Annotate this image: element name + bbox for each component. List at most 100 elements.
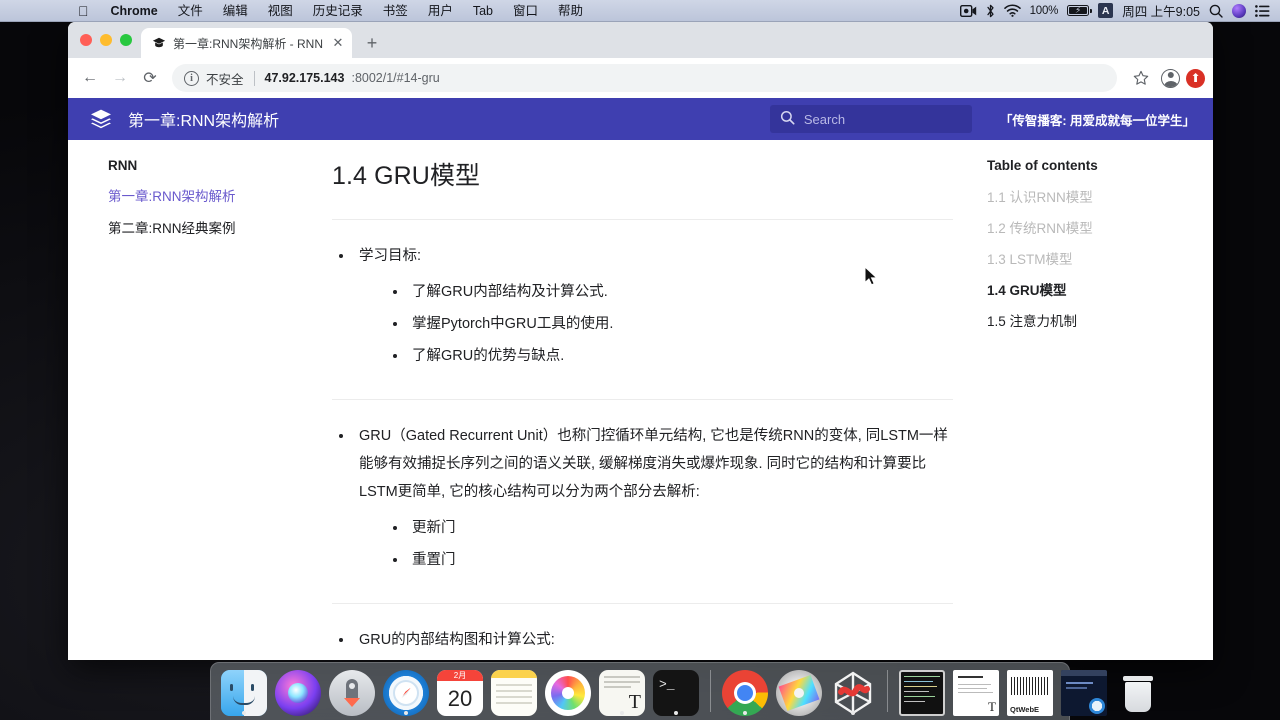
list-item: 了解GRU的优势与缺点. <box>387 340 953 372</box>
page-title: 1.4 GRU模型 <box>332 162 481 190</box>
list-item: 重置门 <box>387 544 953 576</box>
toc-item-1-3[interactable]: 1.3 LSTM模型 <box>987 248 1203 268</box>
battery-charging-icon[interactable]: ⚡ <box>1067 5 1092 16</box>
control-center-icon[interactable] <box>1255 4 1270 17</box>
menu-item-profiles[interactable]: 用户 <box>418 0 463 22</box>
dock-item-siri[interactable] <box>275 670 321 716</box>
input-method-indicator[interactable]: A <box>1098 3 1114 18</box>
sidebar-item-chapter-2[interactable]: 第二章:RNN经典案例 <box>108 217 280 237</box>
dock-item-trash[interactable] <box>1115 670 1161 716</box>
dock-item-safari[interactable] <box>383 670 429 716</box>
dock-window-screen[interactable] <box>1061 670 1107 716</box>
siri-icon[interactable] <box>1232 3 1246 18</box>
menu-item-view[interactable]: 视图 <box>258 0 303 22</box>
sidebar-item-chapter-1[interactable]: 第一章:RNN架构解析 <box>108 185 280 205</box>
wifi-icon[interactable] <box>1003 4 1021 17</box>
list-item: GRU（Gated Recurrent Unit）也称门控循环单元结构, 它也是… <box>332 422 953 576</box>
menu-bar-items:  Chrome 文件 编辑 视图 历史记录 书签 用户 Tab 窗口 帮助 <box>0 0 593 22</box>
search-icon[interactable] <box>1209 4 1223 18</box>
menu-item-tab[interactable]: Tab <box>463 0 503 22</box>
dock-item-calendar[interactable]: 2月 20 <box>437 670 483 716</box>
browser-toolbar: ← → ⟳ i 不安全 47.92.175.143:8002/1/#14-gru… <box>68 58 1213 98</box>
new-tab-button[interactable]: + <box>358 29 386 57</box>
toc-item-1-1[interactable]: 1.1 认识RNN模型 <box>987 186 1203 206</box>
sidebar-heading: RNN <box>108 158 138 173</box>
back-button[interactable]: ← <box>76 64 104 92</box>
dock-window-terminal[interactable] <box>899 670 945 716</box>
dock-divider <box>710 670 711 712</box>
forward-button[interactable]: → <box>106 64 134 92</box>
omnibox-divider <box>253 70 255 86</box>
toc-item-1-5[interactable]: 1.5 注意力机制 <box>987 310 1203 330</box>
graduation-cap-icon <box>151 36 166 51</box>
search-input[interactable]: Search <box>769 105 972 133</box>
gru-intro-paragraph: GRU（Gated Recurrent Unit）也称门控循环单元结构, 它也是… <box>359 428 948 500</box>
dock-item-photos[interactable] <box>545 670 591 716</box>
search-placeholder: Search <box>803 111 846 127</box>
update-arrow-icon[interactable]: ⬆ <box>1186 68 1205 88</box>
reload-button[interactable]: ⟳ <box>136 64 164 92</box>
dock-item-pycharm[interactable] <box>830 670 876 716</box>
menu-bar-clock[interactable]: 周四 上午9:05 <box>1122 1 1200 20</box>
window-traffic-lights <box>78 22 141 58</box>
maximize-window-button[interactable] <box>120 34 132 46</box>
search-icon <box>780 110 795 128</box>
chrome-browser-window: 第一章:RNN架构解析 - RNN ✕ + ← → ⟳ i 不安全 47.92.… <box>68 22 1213 660</box>
info-icon[interactable]: i <box>184 70 199 86</box>
dock-item-finder[interactable] <box>221 670 267 716</box>
toc-item-1-2[interactable]: 1.2 传统RNN模型 <box>987 217 1203 237</box>
battery-percent-label: 100% <box>1029 4 1059 17</box>
security-status-label: 不安全 <box>206 72 244 87</box>
menu-item-chrome[interactable]: Chrome <box>101 0 168 22</box>
dock-window-qtwebe[interactable]: QtWebE <box>1007 670 1053 716</box>
calendar-day-label: 20 <box>447 685 473 711</box>
textedit-glyph: T <box>628 691 641 713</box>
dock-item-chrome[interactable] <box>722 670 768 716</box>
macos-dock: 2月 20 T >_ T QtWebE <box>210 662 1153 720</box>
site-title: 第一章:RNN架构解析 <box>128 113 280 130</box>
page-body: RNN 第一章:RNN架构解析 第二章:RNN经典案例 1.4 GRU模型 学习… <box>68 140 1213 660</box>
browser-tab-strip: 第一章:RNN架构解析 - RNN ✕ + <box>68 22 1213 58</box>
list-item: 掌握Pytorch中GRU工具的使用. <box>387 308 953 340</box>
dock-item-notes[interactable] <box>491 670 537 716</box>
list-item: 学习目标: 了解GRU内部结构及计算公式. 掌握Pytorch中GRU工具的使用… <box>332 242 953 372</box>
apple-icon[interactable]:  <box>72 0 101 22</box>
list-item: GRU的内部结构图和计算公式: <box>332 626 953 654</box>
minimize-window-button[interactable] <box>100 34 112 46</box>
layers-logo-icon[interactable] <box>88 106 114 132</box>
close-icon[interactable]: ✕ <box>330 35 346 51</box>
address-bar[interactable]: i 不安全 47.92.175.143:8002/1/#14-gru <box>172 64 1117 92</box>
menu-item-bookmarks[interactable]: 书签 <box>373 0 418 22</box>
menu-item-help[interactable]: 帮助 <box>548 0 593 22</box>
star-icon[interactable] <box>1127 64 1155 92</box>
close-window-button[interactable] <box>80 34 92 46</box>
url-host: 47.92.175.143 <box>264 71 345 85</box>
menu-item-window[interactable]: 窗口 <box>503 0 548 22</box>
browser-tab[interactable]: 第一章:RNN架构解析 - RNN ✕ <box>141 28 352 58</box>
qtwebe-label: QtWebE <box>1010 705 1040 714</box>
browser-tab-title: 第一章:RNN架构解析 - RNN <box>173 36 323 51</box>
section-learning-goals: 学习目标: 了解GRU内部结构及计算公式. 掌握Pytorch中GRU工具的使用… <box>332 220 953 372</box>
dock-item-terminal[interactable]: >_ <box>653 670 699 716</box>
section-gru-intro: GRU（Gated Recurrent Unit）也称门控循环单元结构, 它也是… <box>332 400 953 576</box>
dock-item-preview[interactable] <box>776 670 822 716</box>
toc-heading: Table of contents <box>987 158 1098 173</box>
gru-parts-sublist: 更新门 重置门 <box>387 512 953 576</box>
screen-recording-icon[interactable] <box>959 4 977 17</box>
menu-item-file[interactable]: 文件 <box>168 0 213 22</box>
menu-item-history[interactable]: 历史记录 <box>303 0 373 22</box>
web-page: 第一章:RNN架构解析 Search 「传智播客: 用爱成就每一位学生」 RNN… <box>68 98 1213 660</box>
profile-avatar-icon[interactable] <box>1161 68 1180 88</box>
bluetooth-icon[interactable] <box>986 4 995 18</box>
dock-window-document[interactable]: T <box>953 670 999 716</box>
menu-bar-status-items: 100% ⚡ A 周四 上午9:05 <box>959 1 1280 20</box>
document-content: 1.4 GRU模型 学习目标: 了解GRU内部结构及计算公式. 掌握Pytorc… <box>298 140 977 660</box>
macos-menu-bar:  Chrome 文件 编辑 视图 历史记录 书签 用户 Tab 窗口 帮助 1… <box>0 0 1280 22</box>
mouse-cursor <box>864 265 880 293</box>
goals-lead: 学习目标: <box>359 248 422 264</box>
menu-item-edit[interactable]: 编辑 <box>213 0 258 22</box>
toc-item-1-4[interactable]: 1.4 GRU模型 <box>987 279 1203 299</box>
terminal-glyph: >_ <box>659 677 675 692</box>
dock-item-textedit[interactable]: T <box>599 670 645 716</box>
dock-item-launchpad[interactable] <box>329 670 375 716</box>
